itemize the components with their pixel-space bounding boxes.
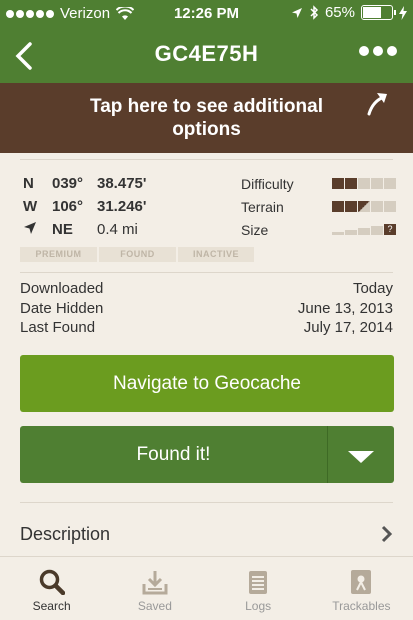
size-row: Size ?	[241, 218, 396, 241]
compass-arrow-icon	[20, 221, 52, 239]
terrain-label: Terrain	[241, 198, 284, 215]
navigate-button[interactable]: Navigate to Geocache	[20, 355, 394, 412]
latitude-row: N 039° 38.475'	[20, 172, 235, 195]
description-label: Description	[20, 524, 111, 544]
battery-percent: 65%	[324, 4, 355, 21]
search-icon	[39, 569, 65, 595]
difficulty-bars	[332, 178, 396, 189]
more-options-icon[interactable]	[359, 46, 397, 56]
ratings-block: Difficulty Terrain Size ?	[241, 172, 396, 241]
status-bar: Verizon 12:26 PM 65%	[0, 0, 413, 28]
description-row[interactable]: Description	[20, 512, 395, 556]
size-label: Size	[241, 221, 269, 238]
date-value: June 13, 2013	[297, 299, 393, 317]
download-icon	[142, 571, 168, 595]
page-title: GC4E75H	[154, 41, 259, 66]
tab-logs[interactable]: Logs	[207, 557, 310, 620]
found-it-button[interactable]: Found it!	[20, 426, 327, 483]
trackable-tag-icon	[351, 570, 372, 594]
heading-dir: NE	[52, 221, 73, 238]
date-label: Last Found	[20, 319, 96, 336]
divider	[20, 272, 393, 273]
tab-search[interactable]: Search	[0, 557, 103, 620]
date-row: Downloaded Today	[20, 280, 393, 300]
coordinates-block: N 039° 38.475' W 106° 31.246' NE 0.4 mi	[20, 172, 235, 241]
terrain-bars	[332, 201, 396, 212]
difficulty-row: Difficulty	[241, 172, 396, 195]
date-row: Date Hidden June 13, 2013	[20, 300, 393, 320]
battery-icon	[361, 5, 396, 20]
tag-inactive: INACTIVE	[178, 247, 254, 262]
heading-row: NE 0.4 mi	[20, 218, 235, 241]
latitude-deg: 039°	[52, 175, 84, 192]
chevron-right-icon	[381, 525, 393, 543]
difficulty-label: Difficulty	[241, 175, 294, 192]
divider	[20, 502, 393, 503]
date-value: Today	[352, 280, 393, 297]
longitude-min: 31.246'	[97, 198, 147, 215]
additional-options-banner[interactable]: Tap here to see additional options	[0, 83, 413, 153]
tab-label: Logs	[245, 599, 272, 613]
latitude-min: 38.475'	[97, 175, 147, 192]
date-label: Downloaded	[20, 280, 104, 297]
tab-saved[interactable]: Saved	[103, 557, 206, 620]
size-unknown-marker: ?	[384, 224, 396, 235]
dates-block: Downloaded Today Date Hidden June 13, 20…	[20, 280, 393, 339]
banner-text: Tap here to see additional options	[90, 96, 323, 140]
bluetooth-icon	[310, 5, 319, 20]
date-row: Last Found July 17, 2014	[20, 319, 393, 339]
date-label: Date Hidden	[20, 299, 104, 317]
divider	[20, 159, 393, 160]
tab-trackables[interactable]: Trackables	[310, 557, 413, 620]
distance-value: 0.4 mi	[97, 221, 138, 238]
longitude-row: W 106° 31.246'	[20, 195, 235, 218]
tab-label: Search	[32, 599, 71, 613]
tag-premium: PREMIUM	[20, 247, 97, 262]
tab-bar: Search Saved Logs Trackables	[0, 556, 413, 620]
latitude-dir: N	[23, 175, 34, 192]
size-bars: ?	[332, 224, 396, 235]
dropdown-arrow-icon[interactable]	[328, 426, 394, 483]
longitude-dir: W	[23, 198, 38, 215]
logs-icon	[249, 571, 268, 594]
curved-arrow-icon	[367, 93, 387, 116]
date-value: July 17, 2014	[303, 319, 393, 336]
longitude-deg: 106°	[52, 198, 84, 215]
tab-label: Trackables	[332, 599, 391, 613]
tag-found: FOUND	[99, 247, 176, 262]
navigation-bar: GC4E75H	[0, 28, 413, 83]
terrain-row: Terrain	[241, 195, 396, 218]
found-it-button-group: Found it!	[20, 426, 394, 483]
charging-icon	[399, 5, 407, 20]
location-arrow-icon	[291, 7, 302, 18]
attribute-tags: PREMIUM FOUND INACTIVE	[20, 247, 254, 262]
tab-label: Saved	[137, 599, 172, 613]
